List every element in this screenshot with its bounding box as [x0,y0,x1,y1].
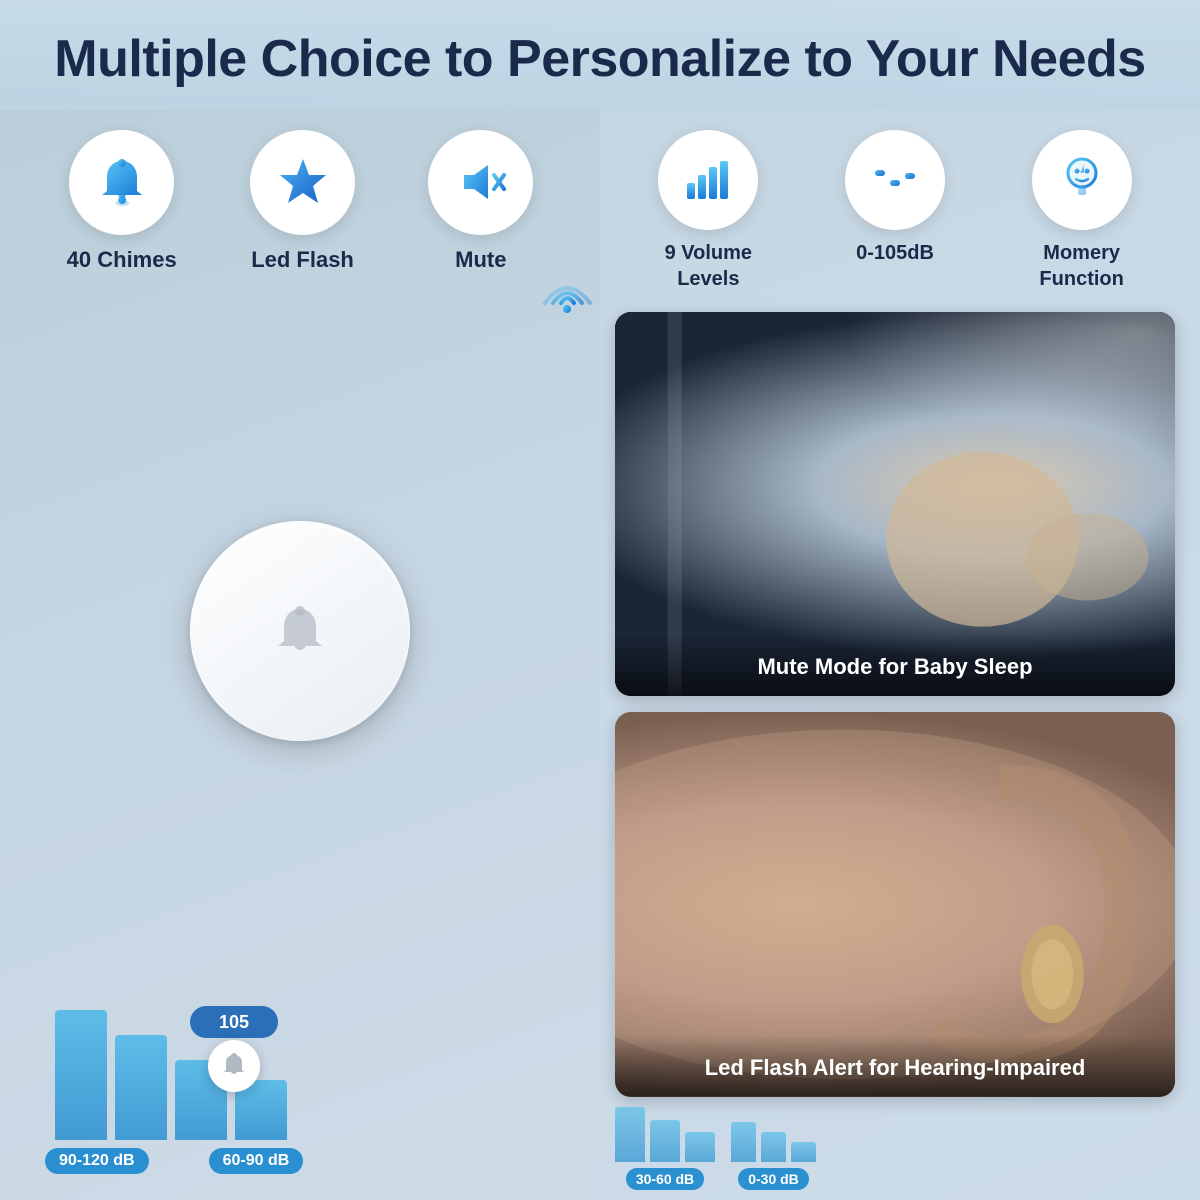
feature-memory: MomeryFunction [1032,130,1132,292]
volume-knob [208,1040,260,1092]
rbar-2-b [761,1132,786,1162]
right-bar-group-2: 0-30 dB [731,1122,816,1190]
feature-volume-levels: 9 VolumeLevels [658,130,758,292]
right-bars-2 [731,1122,816,1162]
memory-icon [1057,155,1107,205]
rbar-1-b [650,1120,680,1162]
main-content: 40 Chimes [0,110,1200,1200]
rbar-1-a [615,1107,645,1162]
volume-bars-section: 105 90-120 dB 60-90 dB [20,990,580,1190]
feature-led-flash: Led Flash [250,130,355,273]
chimes-label: 40 Chimes [67,247,177,273]
db-range-circle [845,130,945,230]
bell-device-icon [270,601,330,661]
feature-db-range: 0-105dB [845,130,945,266]
left-features-row: 40 Chimes [20,120,580,293]
bell-icon [95,155,149,209]
bars-container [35,1000,565,1140]
doorbell-area [20,293,580,990]
hearing-card: Led Flash Alert for Hearing-Impaired [615,712,1175,1097]
volume-levels-label: 9 VolumeLevels [665,240,752,292]
right-bar-group-1: 30-60 dB [615,1107,715,1190]
star-icon [276,155,330,209]
led-flash-circle [250,130,355,235]
right-bars-1 [615,1107,715,1162]
photo-cards: Mute Mode for Baby Sleep [615,312,1175,1097]
right-panel: 9 VolumeLevels [600,110,1200,1200]
baby-sleep-card: Mute Mode for Baby Sleep [615,312,1175,697]
rdb-badge-1: 30-60 dB [626,1168,704,1190]
feature-chimes: 40 Chimes [67,130,177,273]
mute-label: Mute [455,247,506,273]
hearing-label: Led Flash Alert for Hearing-Impaired [615,1035,1175,1097]
rbar-2-c [791,1142,816,1162]
page-title: Multiple Choice to Personalize to Your N… [20,30,1180,90]
main-container: Multiple Choice to Personalize to Your N… [0,0,1200,1200]
bar-2 [115,1035,167,1140]
right-bottom-bars: 30-60 dB 0-30 dB [615,1097,1175,1190]
baby-sleep-label: Mute Mode for Baby Sleep [615,634,1175,696]
db-range-label: 0-105dB [856,240,934,266]
rdb-badge-2: 0-30 dB [738,1168,809,1190]
db-badge-2: 60-90 dB [209,1148,304,1174]
chimes-circle [69,130,174,235]
db-badge-1: 90-120 dB [45,1148,149,1174]
memory-circle [1032,130,1132,230]
mute-icon [454,155,508,209]
rbar-1-c [685,1132,715,1162]
led-flash-label: Led Flash [251,247,354,273]
wifi-signal [540,268,595,318]
volume-levels-circle [658,130,758,230]
volume-bars-icon [683,155,733,205]
db-labels-left: 90-120 dB 60-90 dB [35,1140,565,1174]
equalizer-icon [870,155,920,205]
mute-circle [428,130,533,235]
right-features-row: 9 VolumeLevels [615,120,1175,312]
doorbell-device [190,521,410,741]
memory-label: MomeryFunction [1039,240,1123,292]
feature-mute: Mute [428,130,533,273]
bar-1 [55,1010,107,1140]
header-section: Multiple Choice to Personalize to Your N… [0,0,1200,110]
rbar-2-a [731,1122,756,1162]
volume-indicator: 105 [190,1006,278,1038]
left-panel: 40 Chimes [0,110,600,1200]
